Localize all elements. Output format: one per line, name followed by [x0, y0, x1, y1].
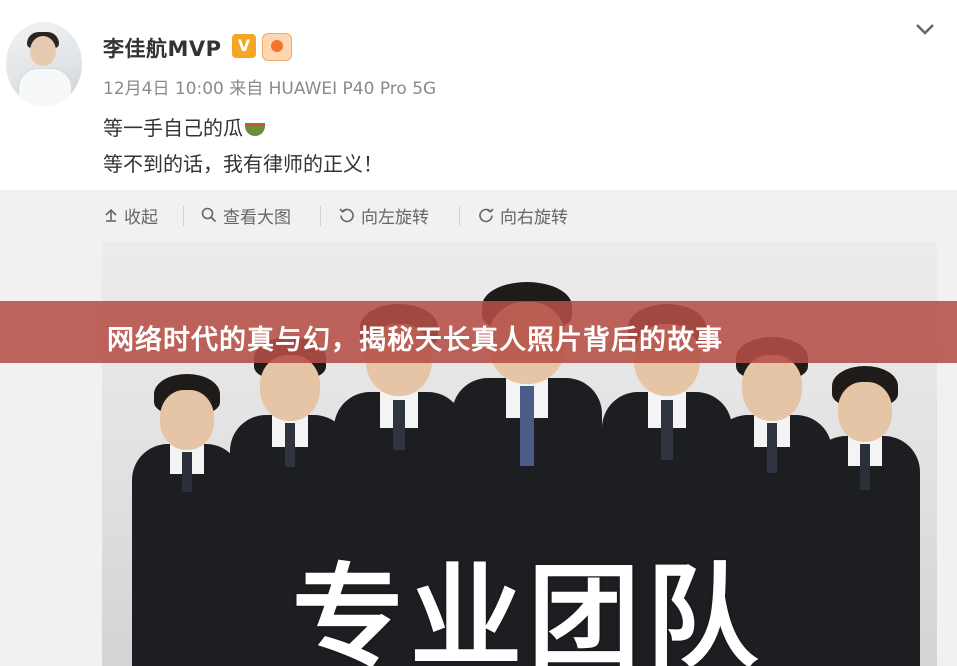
- post-text-line-1: 等一手自己的瓜: [103, 112, 265, 141]
- rotate-right-icon: [479, 208, 494, 223]
- avatar-shirt: [18, 68, 72, 106]
- verified-badge-icon: V: [232, 34, 256, 58]
- toolbar-divider: [459, 206, 460, 226]
- photo-overlay-text: 专业团队: [292, 553, 764, 666]
- post-header: 李佳航MVP V 12月4日 10:00 来自 HUAWEI P40 Pro 5…: [0, 0, 957, 190]
- medal-badge-icon: [262, 33, 292, 61]
- rotate-left-button[interactable]: 向左旋转: [338, 202, 429, 228]
- arrow-up-icon: [105, 208, 117, 222]
- banner-title: 网络时代的真与幻，揭秘天长真人照片背后的故事: [107, 325, 723, 356]
- rotate-left-icon: [339, 208, 354, 223]
- view-large-button[interactable]: 查看大图: [200, 202, 291, 228]
- image-toolbar: 收起 查看大图 向左旋转 向右旋转: [0, 190, 957, 240]
- username[interactable]: 李佳航MVP: [103, 33, 222, 63]
- toolbar-divider: [183, 206, 184, 226]
- chevron-down-icon[interactable]: [914, 18, 936, 40]
- post-text-line-2: 等不到的话，我有律师的正义！: [103, 152, 383, 176]
- avatar[interactable]: [6, 22, 82, 106]
- post-text-line-1-content: 等一手自己的瓜: [103, 116, 243, 140]
- avatar-face: [30, 36, 56, 66]
- rotate-right-button[interactable]: 向右旋转: [477, 202, 568, 228]
- rotate-left-label: 向左旋转: [361, 207, 429, 228]
- rotate-right-label: 向右旋转: [500, 207, 568, 228]
- collapse-button[interactable]: 收起: [103, 202, 158, 228]
- post-meta: 12月4日 10:00 来自 HUAWEI P40 Pro 5G: [103, 79, 437, 99]
- view-large-label: 查看大图: [223, 207, 291, 228]
- watermelon-icon: [245, 123, 265, 136]
- collapse-label: 收起: [124, 207, 158, 228]
- toolbar-divider: [320, 206, 321, 226]
- search-icon: [201, 207, 217, 223]
